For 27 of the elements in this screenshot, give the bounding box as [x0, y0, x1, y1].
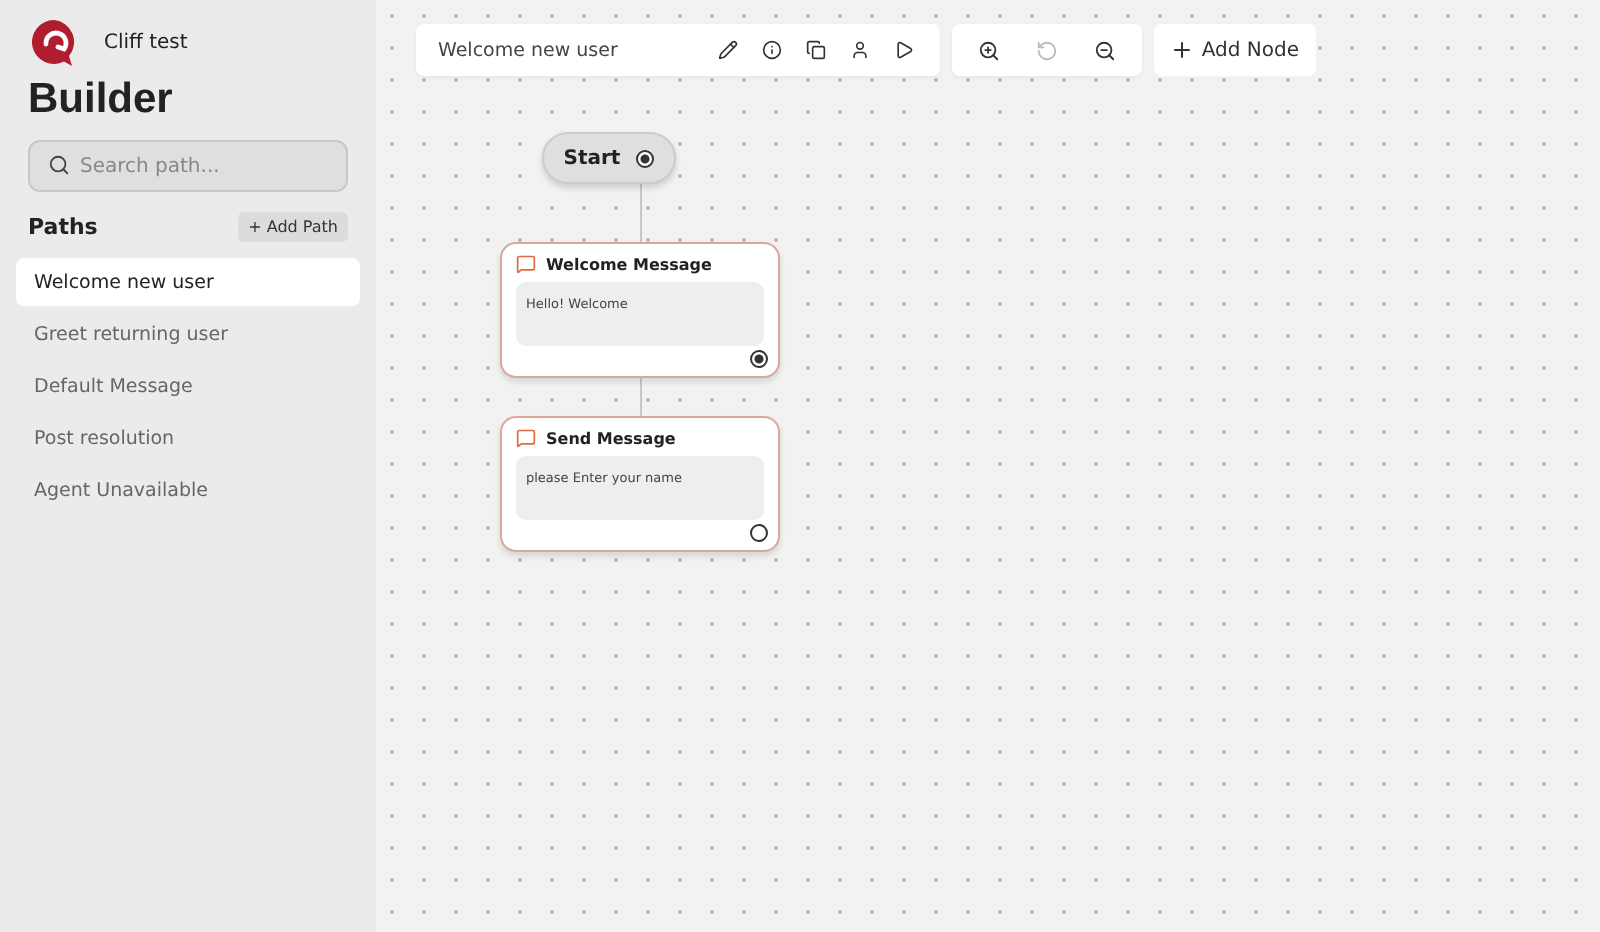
path-item[interactable]: Greet returning user — [16, 310, 360, 358]
output-port[interactable] — [750, 524, 768, 542]
path-item[interactable]: Welcome new user — [16, 258, 360, 306]
add-node-button[interactable]: Add Node — [1153, 24, 1315, 76]
path-name: Welcome new user — [438, 39, 618, 61]
message-icon — [516, 428, 536, 448]
search-field[interactable]: Search path... — [28, 140, 348, 192]
node-title: Send Message — [546, 429, 676, 447]
path-item[interactable]: Post resolution — [16, 414, 360, 462]
output-port[interactable] — [750, 350, 768, 368]
search-icon — [48, 154, 70, 176]
page-title: Builder — [28, 76, 175, 124]
info-icon[interactable] — [757, 36, 786, 64]
message-icon — [516, 254, 536, 274]
path-item[interactable]: Agent Unavailable — [16, 466, 360, 514]
start-node[interactable]: Start — [542, 132, 676, 184]
start-label: Start — [563, 147, 621, 169]
copy-icon[interactable] — [801, 36, 830, 64]
logo-icon — [28, 16, 80, 68]
output-port[interactable] — [636, 149, 655, 167]
plus-icon — [1169, 38, 1194, 62]
add-path-button[interactable]: + Add Path — [238, 212, 348, 242]
edit-icon[interactable] — [713, 36, 742, 64]
node-title: Welcome Message — [546, 255, 712, 273]
path-item[interactable]: Default Message — [16, 362, 360, 410]
section-label: Paths — [28, 214, 98, 240]
workspace-name: Cliff test — [104, 31, 188, 53]
